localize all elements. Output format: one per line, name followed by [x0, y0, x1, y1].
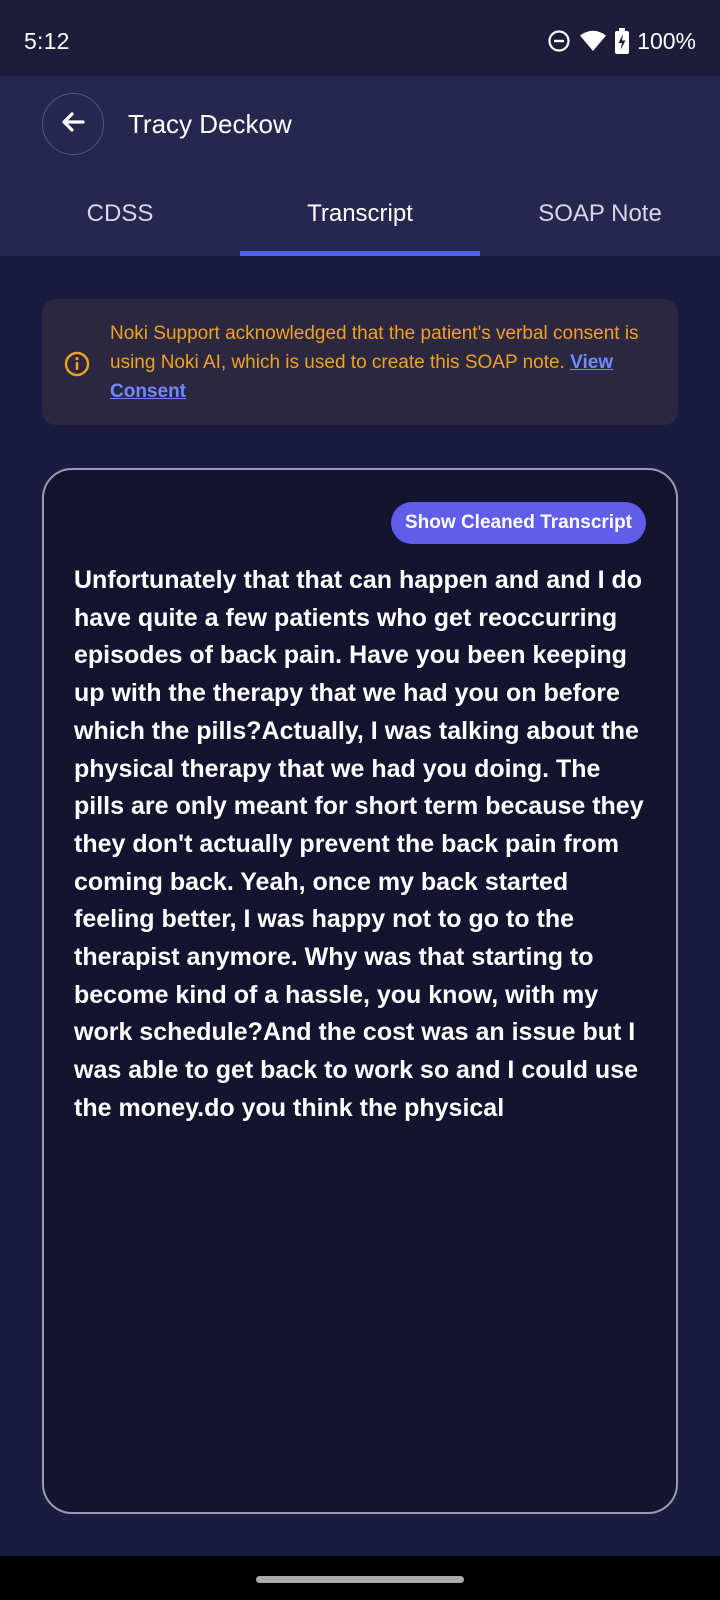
tab-soap-note[interactable]: SOAP Note — [480, 184, 720, 256]
transcript-body: Unfortunately that that can happen and a… — [74, 566, 644, 1122]
app-header: Tracy Deckow CDSS Transcript SOAP Note — [0, 76, 720, 256]
active-tab-indicator — [240, 251, 480, 256]
consent-notice: Noki Support acknowledged that the patie… — [42, 299, 678, 425]
navigation-bar — [0, 1556, 720, 1600]
wifi-icon — [579, 29, 607, 53]
tab-bar: CDSS Transcript SOAP Note — [0, 184, 720, 256]
tab-label: SOAP Note — [538, 200, 662, 227]
status-bar: 5:12 100% — [0, 0, 720, 76]
page-title: Tracy Deckow — [128, 109, 292, 139]
info-icon — [64, 351, 90, 382]
consent-message: Noki Support acknowledged that the patie… — [110, 323, 639, 373]
home-gesture-handle[interactable] — [256, 1576, 464, 1583]
status-time: 5:12 — [24, 28, 70, 54]
tab-transcript[interactable]: Transcript — [240, 184, 480, 256]
do-not-disturb-icon — [547, 29, 571, 53]
tab-label: Transcript — [307, 200, 413, 227]
transcript-card: Show Cleaned Transcript Unfortunately th… — [42, 468, 678, 1514]
tab-label: CDSS — [86, 200, 154, 227]
show-cleaned-transcript-button[interactable]: Show Cleaned Transcript — [391, 502, 646, 544]
battery-percentage: 100% — [637, 27, 696, 54]
arrow-left-icon — [60, 109, 86, 140]
back-button[interactable] — [42, 93, 104, 155]
tab-cdss[interactable]: CDSS — [0, 184, 240, 256]
status-icons: 100% — [547, 26, 696, 56]
consent-notice-text: Noki Support acknowledged that the patie… — [110, 319, 650, 406]
battery-charging-icon — [615, 28, 630, 54]
